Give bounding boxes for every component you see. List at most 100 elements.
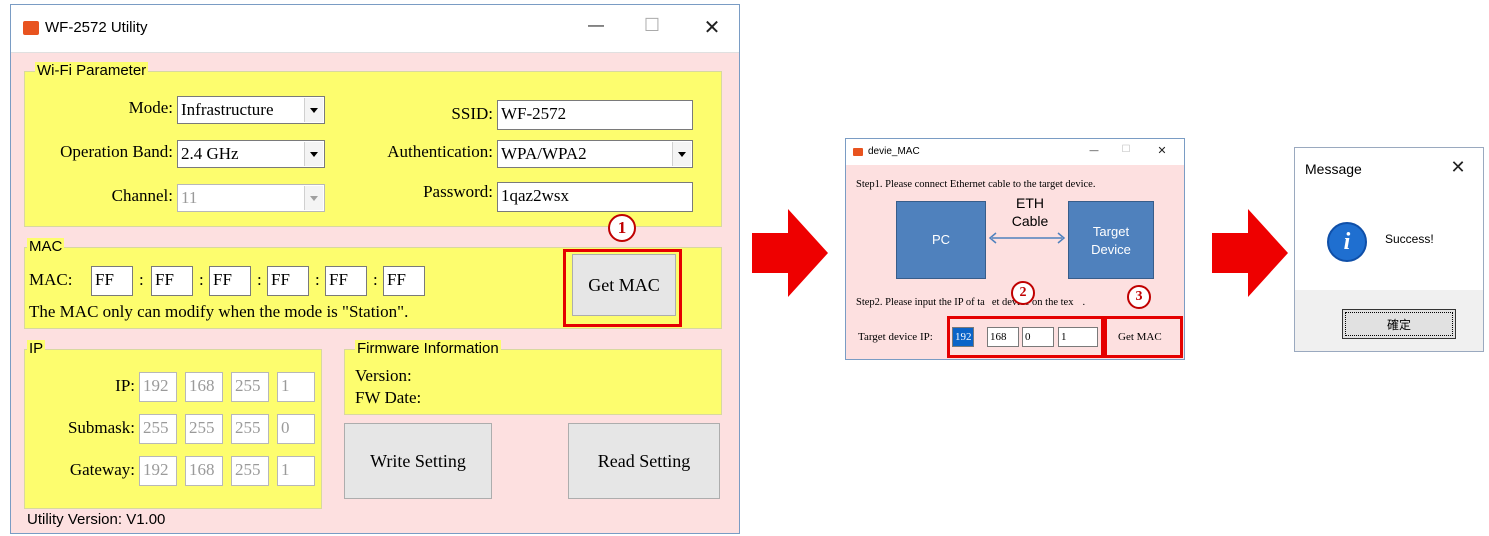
ssid-label: SSID: — [451, 104, 493, 123]
mac-octet-input[interactable]: FF — [267, 266, 309, 296]
ip-octet-input: 168 — [185, 372, 223, 402]
flow-arrow-2-icon — [1212, 209, 1288, 297]
maximize-icon[interactable]: ☐ — [637, 15, 667, 36]
auth-dropdown-icon[interactable] — [672, 142, 691, 166]
ok-button-label: 確定 — [1386, 318, 1411, 332]
band-dropdown-icon[interactable] — [304, 142, 323, 166]
mac-label: MAC: — [29, 270, 73, 289]
password-value: 1qaz2wsx — [501, 186, 569, 205]
step1-text: Step1. Please connect Ethernet cable to … — [856, 179, 1096, 190]
mac-close-icon[interactable]: ✕ — [1154, 144, 1170, 157]
main-window-title: WF-2572 Utility — [45, 19, 148, 36]
firmware-group-label: Firmware Information — [355, 340, 501, 357]
step2-text-a: Step2. Please input the IP of — [856, 297, 978, 308]
success-text: Success! — [1385, 232, 1434, 246]
step2-text: Step2. Please input the IP of ta et devic… — [856, 297, 1085, 308]
operation-band-value: 2.4 GHz — [181, 144, 239, 163]
fw-date-label: FW Date: — [355, 388, 422, 407]
channel-select: 11 — [177, 184, 325, 212]
ip-octet-input: 192 — [139, 372, 177, 402]
mac-group-label: MAC — [27, 238, 65, 255]
device-label: Device — [1091, 242, 1131, 257]
password-label: Password: — [423, 182, 493, 201]
message-close-icon[interactable]: ✕ — [1445, 157, 1471, 178]
mac-separator: : — [373, 270, 378, 289]
mac-window-title: devie_MAC — [868, 146, 920, 157]
mac-title-bar: devie_MAC — ☐ ✕ — [846, 139, 1184, 165]
gateway-octet-input: 255 — [231, 456, 269, 486]
gateway-label: Gateway: — [69, 460, 135, 479]
mode-label: Mode: — [128, 98, 173, 117]
app-logo-icon — [23, 21, 39, 35]
write-setting-button[interactable]: Write Setting — [344, 423, 492, 499]
message-window-title: Message — [1305, 161, 1362, 177]
submask-octet-input: 255 — [185, 414, 223, 444]
ssid-input[interactable]: WF-2572 — [497, 100, 693, 130]
operation-band-label: Operation Band: — [60, 142, 173, 161]
ip-group: IP IP: Submask: Gateway: 192 168 255 1 255 25… — [24, 340, 322, 509]
step1-badge: 1 — [608, 214, 636, 242]
gateway-octet-input: 1 — [277, 456, 315, 486]
message-ok-button[interactable]: 確定 — [1342, 309, 1456, 339]
gateway-octet-input: 168 — [185, 456, 223, 486]
connection-arrow-icon — [988, 232, 1066, 244]
target-ip-label: Target device IP: — [858, 331, 933, 343]
submask-octet-input: 255 — [231, 414, 269, 444]
ssid-value: WF-2572 — [501, 104, 567, 123]
authentication-value: WPA/WPA2 — [501, 144, 587, 163]
mac-app-logo-icon — [853, 148, 863, 156]
submask-octet-input: 255 — [139, 414, 177, 444]
gateway-octet-input: 192 — [139, 456, 177, 486]
authentication-label: Authentication: — [387, 142, 493, 161]
step1-highlight-box — [563, 249, 682, 327]
ip-octet-input: 1 — [277, 372, 315, 402]
channel-dropdown-icon — [304, 186, 323, 210]
info-icon: i — [1327, 222, 1367, 262]
pc-label: PC — [931, 232, 951, 247]
version-label: Version: — [355, 366, 412, 385]
mac-minimize-icon[interactable]: — — [1086, 145, 1102, 155]
eth-label: ETH — [1016, 195, 1044, 211]
channel-label: Channel: — [111, 186, 173, 205]
firmware-group: Firmware Information Version: FW Date: — [344, 340, 722, 415]
minimize-icon[interactable]: — — [581, 17, 611, 35]
close-icon[interactable]: ✕ — [697, 15, 727, 40]
mac-separator: : — [199, 270, 204, 289]
pc-box: PC — [896, 201, 986, 279]
mode-value: Infrastructure — [181, 100, 274, 119]
mac-octet-input[interactable]: FF — [151, 266, 193, 296]
password-input[interactable]: 1qaz2wsx — [497, 182, 693, 212]
step3-highlight-box — [1104, 316, 1183, 358]
mode-select[interactable]: Infrastructure — [177, 96, 325, 124]
mac-octet-input[interactable]: FF — [91, 266, 133, 296]
step2-text-b: ta — [977, 297, 985, 308]
read-setting-button[interactable]: Read Setting — [568, 423, 720, 499]
ip-group-label: IP — [27, 340, 46, 357]
target-label: Target — [1092, 224, 1130, 239]
mac-octet-input[interactable]: FF — [383, 266, 425, 296]
mac-octet-input[interactable]: FF — [209, 266, 251, 296]
cable-label: Cable — [1011, 213, 1049, 229]
step2-badge: 2 — [1011, 281, 1035, 305]
message-body: i Success! — [1295, 190, 1483, 290]
authentication-select[interactable]: WPA/WPA2 — [497, 140, 693, 168]
ip-label: IP: — [115, 376, 135, 395]
wifi-group-label: Wi-Fi Parameter — [35, 62, 149, 79]
submask-label: Submask: — [67, 418, 135, 437]
submask-octet-input: 0 — [277, 414, 315, 444]
mac-octet-input[interactable]: FF — [325, 266, 367, 296]
channel-value: 11 — [181, 188, 198, 207]
step3-badge: 3 — [1127, 285, 1151, 309]
wifi-parameter-group: Wi-Fi Parameter Mode: Infrastructure Ope… — [24, 62, 722, 227]
mac-maximize-icon[interactable]: ☐ — [1118, 144, 1134, 155]
ip-octet-input: 255 — [231, 372, 269, 402]
mac-note: The MAC only can modify when the mode is… — [29, 302, 409, 321]
mac-separator: : — [139, 270, 144, 289]
mac-separator: : — [315, 270, 320, 289]
step2-highlight-box — [947, 316, 1104, 358]
target-device-box: Target Device — [1068, 201, 1154, 279]
mode-dropdown-icon[interactable] — [304, 98, 323, 122]
operation-band-select[interactable]: 2.4 GHz — [177, 140, 325, 168]
utility-version-text: Utility Version: V1.00 — [27, 511, 166, 528]
main-title-bar: WF-2572 Utility — ☐ ✕ — [11, 5, 739, 53]
